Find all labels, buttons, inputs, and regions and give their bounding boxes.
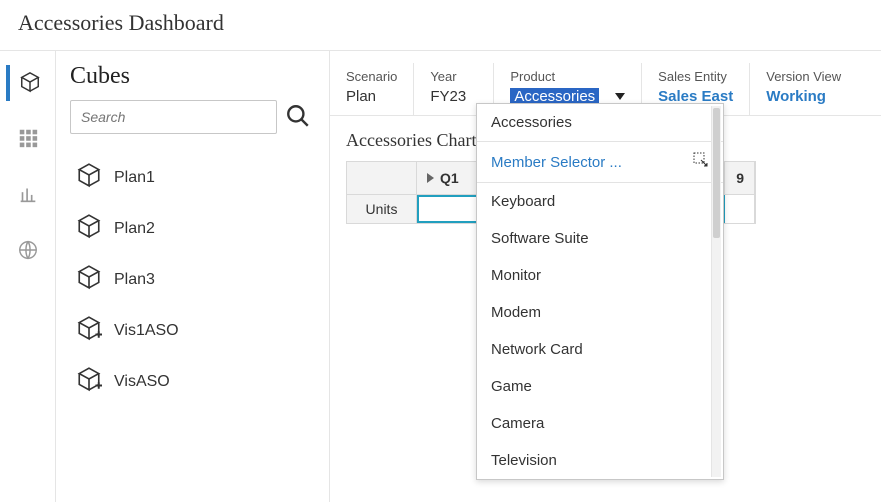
rail-cubes[interactable] (6, 65, 46, 101)
dropdown-item[interactable]: Network Card (477, 331, 723, 368)
dropdown-item[interactable]: Television (477, 442, 723, 479)
cube-item-label: Vis1ASO (114, 322, 179, 340)
pov-label: Sales Entity (658, 69, 733, 84)
sidebar: Cubes Plan1 Plan2 Plan3 Vis1ASO (56, 51, 330, 502)
cube-item-visaso[interactable]: VisASO (70, 356, 315, 407)
dropdown-scroll[interactable]: Accessories Member Selector ... Keyboard… (477, 104, 723, 479)
dropdown-item[interactable]: Software Suite (477, 220, 723, 257)
pov-label: Product (510, 69, 625, 84)
expand-icon[interactable] (427, 173, 434, 183)
cube-icon (76, 213, 102, 244)
pov-version-view[interactable]: Version View Working (750, 63, 857, 115)
grid-cell-overflow (725, 195, 755, 223)
dropdown-member-selector[interactable]: Member Selector ... (477, 141, 723, 183)
cube-icon (76, 264, 102, 295)
cube-item-plan1[interactable]: Plan1 (70, 152, 315, 203)
cube-item-label: VisASO (114, 373, 170, 391)
cube-plus-icon (76, 366, 102, 397)
main-area: Cubes Plan1 Plan2 Plan3 Vis1ASO (0, 51, 881, 502)
cube-plus-icon (76, 315, 102, 346)
pov-label: Year (430, 69, 477, 84)
cube-item-label: Plan2 (114, 220, 155, 238)
nav-rail (0, 51, 56, 502)
globe-icon (17, 239, 39, 264)
pov-label: Version View (766, 69, 841, 84)
dropdown-item[interactable]: Modem (477, 294, 723, 331)
grid-row-header[interactable]: Units (347, 195, 417, 223)
search-button[interactable] (281, 100, 315, 134)
scrollbar[interactable] (711, 106, 721, 477)
col-header-label: Q1 (440, 170, 459, 186)
pov-value: FY23 (430, 88, 477, 105)
cube-item-label: Plan3 (114, 271, 155, 289)
dropdown-item[interactable]: Game (477, 368, 723, 405)
grid-corner (347, 162, 417, 195)
cube-item-plan3[interactable]: Plan3 (70, 254, 315, 305)
pov-scenario[interactable]: Scenario Plan (330, 63, 414, 115)
dropdown-item[interactable]: Monitor (477, 257, 723, 294)
search-input[interactable] (70, 100, 277, 134)
pov-label: Scenario (346, 69, 397, 84)
grid-icon (17, 127, 39, 152)
cube-icon (19, 71, 41, 96)
cube-item-label: Plan1 (114, 169, 155, 187)
cube-item-vis1aso[interactable]: Vis1ASO (70, 305, 315, 356)
member-selector-label: Member Selector ... (491, 154, 622, 171)
pov-value: Plan (346, 88, 397, 105)
bar-chart-icon (17, 183, 39, 208)
pov-value: Working (766, 88, 841, 105)
selector-icon (693, 152, 709, 172)
content: Scenario Plan Year FY23 Product Accessor… (330, 51, 881, 502)
rail-globe[interactable] (8, 233, 48, 269)
product-dropdown: Accessories Member Selector ... Keyboard… (476, 103, 724, 480)
sidebar-heading: Cubes (70, 63, 315, 90)
dropdown-item-header[interactable]: Accessories (477, 104, 723, 141)
cube-icon (76, 162, 102, 193)
scrollbar-thumb[interactable] (713, 108, 720, 238)
grid-col-overflow: 9 (725, 162, 755, 195)
page-title: Accessories Dashboard (0, 0, 881, 51)
search-icon (285, 103, 311, 132)
dropdown-item[interactable]: Camera (477, 405, 723, 442)
rail-chart[interactable] (8, 177, 48, 213)
truncated-value: 9 (736, 170, 744, 186)
dropdown-item[interactable]: Keyboard (477, 183, 723, 220)
search-row (70, 100, 315, 134)
chevron-down-icon[interactable] (615, 93, 625, 100)
rail-grid[interactable] (8, 121, 48, 157)
cube-item-plan2[interactable]: Plan2 (70, 203, 315, 254)
